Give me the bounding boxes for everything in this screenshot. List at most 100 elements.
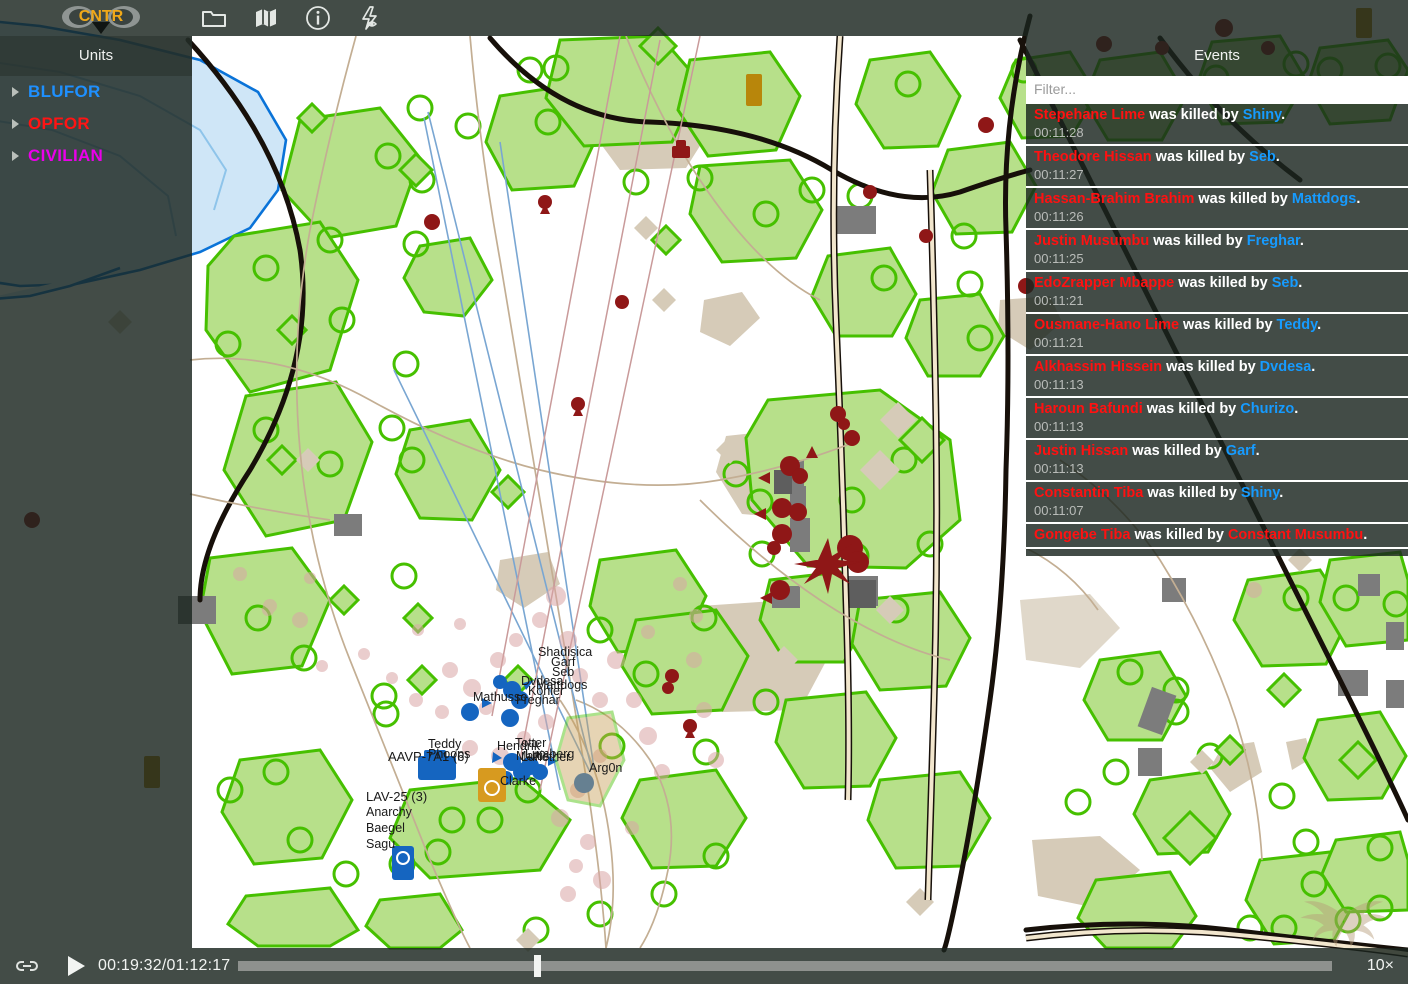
playback-speed[interactable]: 10× — [1342, 957, 1408, 975]
seek-bar[interactable] — [238, 948, 1332, 984]
event-row[interactable]: Hassan-Brahim Brahim was killed by Mattd… — [1026, 188, 1408, 230]
event-victim[interactable]: Hassan-Brahim Brahim — [1034, 191, 1194, 207]
event-verb: was killed by — [1142, 401, 1241, 417]
event-killer[interactable]: Churizo — [1240, 401, 1294, 417]
event-period: . — [1299, 233, 1304, 249]
event-row[interactable]: Stepehane Lime was killed by Shiny. 00:11… — [1026, 104, 1408, 146]
event-verb: was killed by — [1145, 107, 1243, 123]
event-killer[interactable]: Mattdogs — [1292, 191, 1356, 207]
event-period: . — [1275, 149, 1280, 165]
link-icon[interactable] — [0, 956, 54, 976]
event-killer[interactable]: Seb — [1249, 149, 1276, 165]
event-row[interactable]: Theodore Hissan was killed by Seb. 00:11:… — [1026, 146, 1408, 188]
event-row[interactable]: EdoZrapper Mbappe was killed by Seb. 00:1… — [1026, 272, 1408, 314]
event-verb: was killed by — [1130, 527, 1228, 543]
unit-label[interactable]: Luhether — [521, 750, 570, 764]
faction-label-civilian: CIVILIAN — [28, 146, 104, 165]
event-victim[interactable]: Justin Musumbu — [1034, 233, 1149, 249]
events-filter-input[interactable] — [1026, 76, 1408, 102]
seek-handle[interactable] — [533, 955, 541, 977]
event-killer[interactable]: Seb — [1272, 275, 1299, 291]
event-victim[interactable]: Justin Hissan — [1034, 443, 1128, 459]
unit-label[interactable]: Sagu — [366, 837, 395, 851]
unit-label[interactable]: Anarchy — [366, 805, 412, 819]
event-row[interactable]: Gongebe Tiba was killed by Constant Musu… — [1026, 524, 1408, 549]
event-timestamp: 00:11:26 — [1034, 209, 1084, 224]
event-verb: was killed by — [1151, 149, 1250, 165]
event-text: Gongebe Tiba was killed by Constant Musu… — [1034, 526, 1402, 544]
event-victim[interactable]: Haroun Bafundi — [1034, 401, 1143, 417]
logo-text: CNTR — [79, 8, 124, 25]
event-killer[interactable]: Freghar — [1247, 233, 1300, 249]
event-timestamp: 00:11:28 — [1034, 125, 1084, 140]
event-verb: was killed by — [1128, 443, 1226, 459]
event-killer[interactable]: Garf — [1226, 443, 1256, 459]
event-verb: was killed by — [1179, 317, 1277, 333]
unit-label[interactable]: LAV-25 (3) — [366, 789, 427, 804]
unit-label[interactable]: Baegel — [366, 821, 405, 835]
events-title: Events — [1194, 47, 1240, 64]
event-killer[interactable]: Dvdesa — [1260, 359, 1312, 375]
playback-bar: 00:19:32/01:12:17 10× — [0, 948, 1408, 984]
info-icon[interactable] — [301, 1, 335, 35]
events-toggle-icon[interactable] — [353, 1, 387, 35]
event-text: Hassan-Brahim Brahim was killed by Mattd… — [1034, 190, 1402, 208]
event-victim[interactable]: EdoZrapper Mbappe — [1034, 275, 1174, 291]
unit-label[interactable]: AAVP-7A1 (6) — [388, 749, 469, 764]
event-timestamp: 00:11:27 — [1034, 167, 1084, 182]
sidebar-item-blufor[interactable]: BLUFOR — [0, 76, 192, 108]
event-row[interactable]: Constantin Tiba was killed by Shiny. 00:1… — [1026, 482, 1408, 524]
sidebar-item-civilian[interactable]: CIVILIAN — [0, 140, 192, 172]
event-timestamp: 00:11:25 — [1034, 251, 1084, 266]
event-verb: was killed by — [1194, 191, 1292, 207]
event-period: . — [1317, 317, 1322, 333]
time-readout: 00:19:32/01:12:17 — [98, 957, 231, 974]
sidebar-title: Units — [0, 36, 192, 76]
seek-track[interactable] — [238, 961, 1332, 971]
event-timestamp: 00:11:13 — [1034, 461, 1084, 476]
event-period: . — [1311, 359, 1316, 375]
event-row[interactable]: Justin Hissan was killed by Garf. 00:11:1… — [1026, 440, 1408, 482]
event-row[interactable]: Justin Musumbu was killed by Freghar. 00:… — [1026, 230, 1408, 272]
event-row[interactable]: Haroun Bafundi was killed by Churizo. 00:… — [1026, 398, 1408, 440]
event-verb: was killed by — [1162, 359, 1260, 375]
event-row[interactable]: Ousmane-Hano Lime was killed by Teddy. 00… — [1026, 314, 1408, 356]
sidebar-item-opfor[interactable]: OPFOR — [0, 108, 192, 140]
play-icon[interactable] — [54, 955, 98, 977]
unit-label[interactable]: Freghar — [516, 693, 560, 707]
event-victim[interactable]: Constantin Tiba — [1034, 485, 1143, 501]
cntr-replay-app: .fst{fill:#b7e08a;stroke:#46c000;stroke-… — [0, 0, 1408, 984]
event-text: Constantin Tiba was killed by Shiny. — [1034, 484, 1402, 502]
event-verb: was killed by — [1149, 233, 1247, 249]
event-verb: was killed by — [1143, 485, 1241, 501]
unit-label[interactable]: Arg0n — [589, 761, 622, 775]
event-text: Justin Hissan was killed by Garf. — [1034, 442, 1402, 460]
event-victim[interactable]: Stepehane Lime — [1034, 107, 1145, 123]
event-period: . — [1281, 107, 1286, 123]
event-killer[interactable]: Constant Musumbu — [1228, 527, 1363, 543]
event-victim[interactable]: Ousmane-Hano Lime — [1034, 317, 1179, 333]
cntr-logo[interactable]: CNTR — [62, 0, 140, 36]
event-row[interactable]: Alkhassim Hissein was killed by Dvdesa. 0… — [1026, 356, 1408, 398]
chevron-right-icon[interactable] — [12, 119, 19, 129]
event-period: . — [1356, 191, 1361, 207]
event-text: EdoZrapper Mbappe was killed by Seb. — [1034, 274, 1402, 292]
events-panel: Events Stepehane Lime was killed by Shin… — [1026, 36, 1408, 556]
unit-label[interactable]: Clarke — [500, 774, 536, 788]
event-text: Justin Musumbu was killed by Freghar. — [1034, 232, 1402, 250]
chevron-right-icon[interactable] — [12, 151, 19, 161]
map-icon[interactable] — [249, 1, 283, 35]
event-killer[interactable]: Teddy — [1277, 317, 1318, 333]
faction-label-blufor: BLUFOR — [28, 82, 101, 101]
event-text: Theodore Hissan was killed by Seb. — [1034, 148, 1402, 166]
events-list[interactable]: Stepehane Lime was killed by Shiny. 00:11… — [1026, 102, 1408, 556]
chevron-right-icon[interactable] — [12, 87, 19, 97]
event-period: . — [1279, 485, 1284, 501]
event-killer[interactable]: Shiny — [1243, 107, 1281, 123]
open-folder-icon[interactable] — [197, 1, 231, 35]
event-victim[interactable]: Gongebe Tiba — [1034, 527, 1130, 543]
event-victim[interactable]: Theodore Hissan — [1034, 149, 1152, 165]
event-killer[interactable]: Shiny — [1241, 485, 1279, 501]
event-period: . — [1298, 275, 1303, 291]
event-victim[interactable]: Alkhassim Hissein — [1034, 359, 1162, 375]
